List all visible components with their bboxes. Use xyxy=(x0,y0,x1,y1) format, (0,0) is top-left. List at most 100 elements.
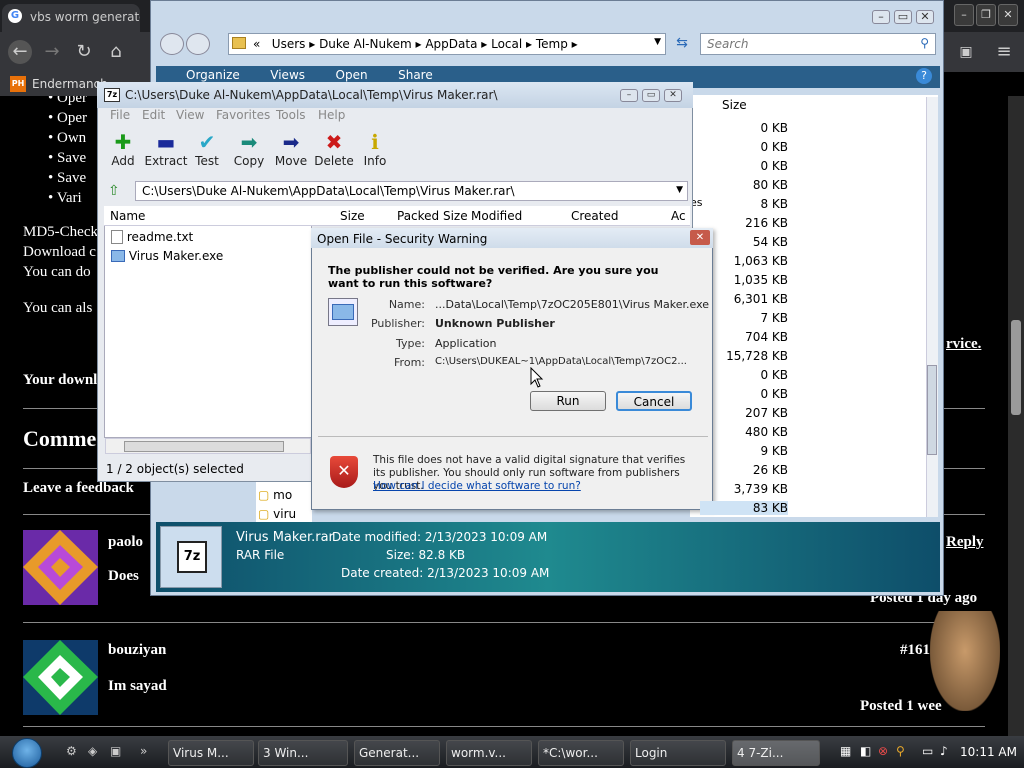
expand-icon[interactable]: » xyxy=(140,744,147,758)
file-size-cell: 216 KB xyxy=(745,216,788,230)
security-icon[interactable]: ⊗ xyxy=(878,744,888,758)
maximize-icon[interactable]: ▭ xyxy=(894,10,912,24)
column-packed-size[interactable]: Packed Size xyxy=(397,209,468,223)
page-scrollbar-thumb[interactable] xyxy=(1011,320,1021,415)
details-modified: Date modified: 2/13/2023 10:09 AM xyxy=(332,530,548,544)
column-attributes[interactable]: Ac xyxy=(671,209,686,223)
menu-view[interactable]: View xyxy=(176,108,204,122)
close-icon[interactable]: ✕ xyxy=(998,4,1018,26)
horizontal-scrollbar[interactable] xyxy=(105,438,311,454)
monitor-icon[interactable]: ▭ xyxy=(922,744,933,758)
organize-button[interactable]: Organize xyxy=(186,68,240,82)
chevron-down-icon[interactable]: ▼ xyxy=(676,185,683,195)
close-icon[interactable]: ✕ xyxy=(664,89,682,102)
page-scrollbar[interactable] xyxy=(1008,96,1024,736)
taskbar-item[interactable]: Virus M... xyxy=(168,740,254,766)
list-item[interactable]: ▢ mo xyxy=(258,488,292,502)
7zip-file-list[interactable]: readme.txt Virus Maker.exe xyxy=(104,226,312,438)
help-link[interactable]: How can I decide what software to run? xyxy=(373,480,581,492)
divider xyxy=(23,726,985,727)
refresh-icon[interactable]: ⇆ xyxy=(672,35,692,53)
column-name[interactable]: Name xyxy=(110,209,145,223)
taskbar-item[interactable]: worm.v... xyxy=(446,740,532,766)
list-item[interactable]: Virus Maker.exe xyxy=(111,249,223,263)
breadcrumb[interactable]: Users xyxy=(272,37,306,51)
type-value: Application xyxy=(435,337,497,350)
minus-icon: ▬ xyxy=(156,130,176,154)
share-button[interactable]: Share xyxy=(398,68,433,82)
help-icon[interactable]: ? xyxy=(916,68,932,84)
breadcrumb[interactable]: AppData xyxy=(425,37,477,51)
search-icon[interactable]: ⚲ xyxy=(896,744,905,758)
network-icon[interactable]: ▦ xyxy=(840,744,851,758)
desktop-icon[interactable]: ⚙ xyxy=(66,744,77,758)
list-item: • Vari xyxy=(48,190,82,206)
file-size-cell: 1,035 KB xyxy=(733,273,788,287)
back-icon[interactable] xyxy=(160,33,184,55)
search-input[interactable]: Search ⚲ xyxy=(700,33,936,55)
7zip-path-field[interactable]: C:\Users\Duke Al-Nukem\AppData\Local\Tem… xyxy=(135,181,688,201)
browser-icon[interactable]: ◈ xyxy=(88,744,97,758)
forward-icon[interactable]: → xyxy=(40,40,64,64)
file-size-cell: 0 KB xyxy=(760,159,788,173)
shield-warning-icon: ✕ xyxy=(330,456,358,488)
browser-tab[interactable]: vbs worm generato xyxy=(2,4,140,32)
breadcrumb[interactable]: Local xyxy=(491,37,522,51)
close-icon[interactable]: ✕ xyxy=(916,10,934,24)
taskbar-item[interactable]: *C:\wor... xyxy=(538,740,624,766)
run-button[interactable]: Run xyxy=(530,391,606,411)
list-item: • Oper xyxy=(48,110,88,126)
explorer-scrollbar-thumb[interactable] xyxy=(927,365,937,455)
divider xyxy=(23,622,985,623)
scrollbar-thumb[interactable] xyxy=(124,441,284,452)
column-modified[interactable]: Modified xyxy=(471,209,522,223)
taskbar-item[interactable]: 3 Win... xyxy=(258,740,348,766)
service-link[interactable]: rvice. xyxy=(946,336,981,353)
computer-icon[interactable]: ▣ xyxy=(110,744,121,758)
cancel-button[interactable]: Cancel xyxy=(616,391,692,411)
forward-icon[interactable] xyxy=(186,33,210,55)
column-size[interactable]: Size xyxy=(340,209,365,223)
menu-tools[interactable]: Tools xyxy=(276,108,306,122)
minimize-icon[interactable]: – xyxy=(620,89,638,102)
list-item[interactable]: ▢ viru xyxy=(258,507,296,521)
avatar xyxy=(23,640,98,715)
menu-edit[interactable]: Edit xyxy=(142,108,165,122)
file-size-cell: 7 KB xyxy=(760,311,788,325)
volume-icon[interactable]: ♪ xyxy=(940,744,948,758)
explorer-address-bar[interactable]: « Users ▸ Duke Al-Nukem ▸ AppData ▸ Loca… xyxy=(228,33,666,55)
taskbar-item[interactable]: Generat... xyxy=(354,740,440,766)
up-folder-icon[interactable]: ⇧ xyxy=(108,183,126,199)
menu-help[interactable]: Help xyxy=(318,108,345,122)
breadcrumb[interactable]: Temp xyxy=(536,37,568,51)
views-button[interactable]: Views xyxy=(270,68,305,82)
menu-favorites[interactable]: Favorites xyxy=(216,108,270,122)
chevron-down-icon[interactable]: ▼ xyxy=(654,37,661,47)
file-size-cell: 0 KB xyxy=(760,140,788,154)
list-item: • Oper xyxy=(48,96,88,106)
maximize-icon[interactable]: ▭ xyxy=(642,89,660,102)
clock[interactable]: 10:11 AM xyxy=(960,745,1017,759)
back-icon[interactable]: ← xyxy=(8,40,32,64)
file-icon: ▢ xyxy=(258,507,270,521)
column-created[interactable]: Created xyxy=(571,209,619,223)
list-item[interactable]: readme.txt xyxy=(111,230,193,244)
menu-file[interactable]: File xyxy=(110,108,130,122)
7zip-title-bar: C:\Users\Duke Al-Nukem\AppData\Local\Tem… xyxy=(97,82,693,108)
size-column-header[interactable]: Size xyxy=(722,98,747,112)
reply-link[interactable]: Reply xyxy=(946,534,984,551)
open-button[interactable]: Open xyxy=(336,68,368,82)
maximize-icon[interactable]: ❐ xyxy=(976,4,996,26)
reload-icon[interactable]: ↻ xyxy=(72,40,96,64)
minimize-icon[interactable]: – xyxy=(954,4,974,26)
info-button[interactable]: ℹ Info xyxy=(350,128,400,168)
taskbar-item[interactable]: 4 7-Zi... xyxy=(732,740,820,766)
sidebar-icon[interactable]: ▣ xyxy=(954,40,978,64)
breadcrumb[interactable]: Duke Al-Nukem xyxy=(319,37,412,51)
tray-icon[interactable]: ◧ xyxy=(860,744,871,758)
taskbar-item[interactable]: Login xyxy=(630,740,726,766)
minimize-icon[interactable]: – xyxy=(872,10,890,24)
start-button[interactable] xyxy=(12,738,42,768)
home-icon[interactable]: ⌂ xyxy=(104,40,128,64)
menu-icon[interactable]: ≡ xyxy=(992,40,1016,64)
